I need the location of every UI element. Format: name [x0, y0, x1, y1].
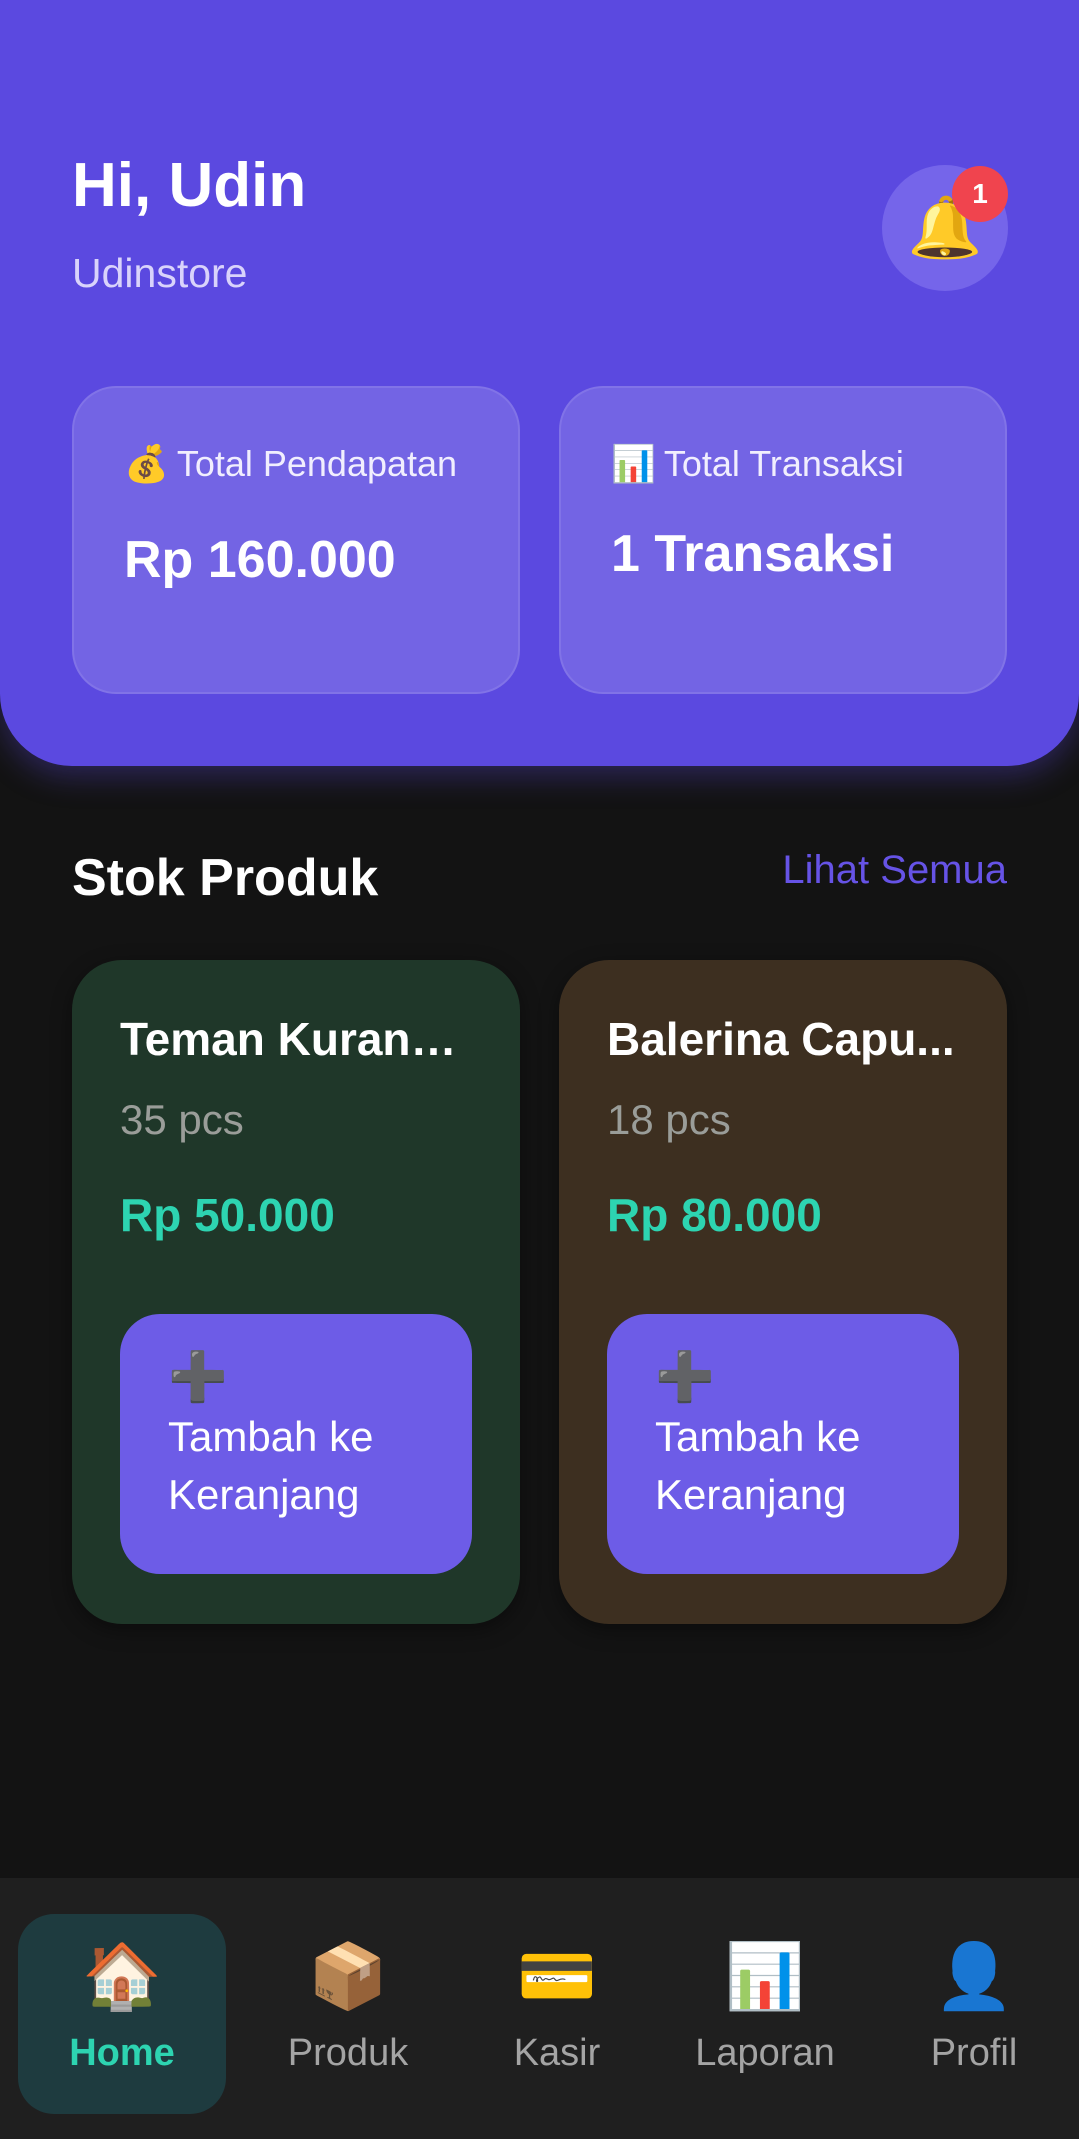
money-bag-icon: 💰: [124, 443, 169, 484]
package-icon: 📦: [308, 1940, 388, 2012]
product-card[interactable]: Balerina Capu... 18 pcs Rp 80.000 ➕ Tamb…: [559, 960, 1007, 1624]
header-panel: Hi, Udin Udinstore 🔔 1 💰 Total Pendapatan…: [0, 0, 1079, 766]
nav-laporan[interactable]: 📊 Laporan: [661, 1914, 869, 2114]
plus-icon: ➕: [168, 1351, 228, 1404]
nav-produk-label: Produk: [287, 2032, 409, 2074]
total-transactions-value: 1 Transaksi: [611, 525, 895, 583]
bottom-navigation: 🏠 Home 📦 Produk 💳 Kasir 📊 Laporan 👤 Prof…: [0, 1878, 1079, 2139]
product-quantity: 35 pcs: [120, 1096, 244, 1143]
nav-laporan-label: Laporan: [695, 2032, 835, 2074]
total-transactions-card: 📊 Total Transaksi 1 Transaksi: [559, 386, 1007, 694]
plus-icon: ➕: [655, 1351, 715, 1404]
user-icon: 👤: [934, 1940, 1014, 2012]
home-screen: Hi, Udin Udinstore 🔔 1 💰 Total Pendapatan…: [0, 0, 1079, 2139]
nav-profil[interactable]: 👤 Profil: [870, 1914, 1078, 2114]
add-to-cart-button[interactable]: ➕ Tambah ke Keranjang: [607, 1314, 959, 1574]
total-revenue-card: 💰 Total Pendapatan Rp 160.000: [72, 386, 520, 694]
bar-chart-icon: 📊: [725, 1940, 805, 2012]
nav-home-label: Home: [69, 2032, 175, 2074]
nav-profil-label: Profil: [930, 2032, 1018, 2074]
total-revenue-value: Rp 160.000: [124, 531, 396, 589]
add-to-cart-label: Tambah ke Keranjang: [168, 1413, 374, 1518]
nav-kasir[interactable]: 💳 Kasir: [453, 1914, 661, 2114]
chart-icon: 📊: [611, 443, 656, 484]
see-all-link[interactable]: Lihat Semua: [782, 848, 1007, 893]
product-name: Teman Kurang...: [120, 1013, 472, 1065]
nav-home[interactable]: 🏠 Home: [18, 1914, 226, 2114]
store-name: Udinstore: [72, 250, 248, 296]
product-price: Rp 80.000: [607, 1189, 822, 1241]
section-title: Stok Produk: [72, 849, 379, 907]
nav-kasir-label: Kasir: [513, 2032, 601, 2074]
credit-card-icon: 💳: [517, 1940, 597, 2012]
product-quantity: 18 pcs: [607, 1096, 731, 1143]
total-revenue-label-text: Total Pendapatan: [176, 443, 458, 484]
product-price: Rp 50.000: [120, 1189, 335, 1241]
greeting-title: Hi, Udin: [72, 151, 307, 220]
product-name: Balerina Capu...: [607, 1013, 955, 1065]
home-icon: 🏠: [82, 1940, 162, 2012]
nav-produk[interactable]: 📦 Produk: [244, 1914, 452, 2114]
product-card[interactable]: Teman Kurang... 35 pcs Rp 50.000 ➕ Tamba…: [72, 960, 520, 1624]
total-transactions-label-text: Total Transaksi: [663, 443, 904, 484]
notification-badge: 1: [952, 166, 1008, 222]
total-revenue-label: 💰 Total Pendapatan: [124, 438, 464, 490]
total-transactions-label: 📊 Total Transaksi: [611, 438, 951, 490]
add-to-cart-button[interactable]: ➕ Tambah ke Keranjang: [120, 1314, 472, 1574]
add-to-cart-label: Tambah ke Keranjang: [655, 1413, 861, 1518]
